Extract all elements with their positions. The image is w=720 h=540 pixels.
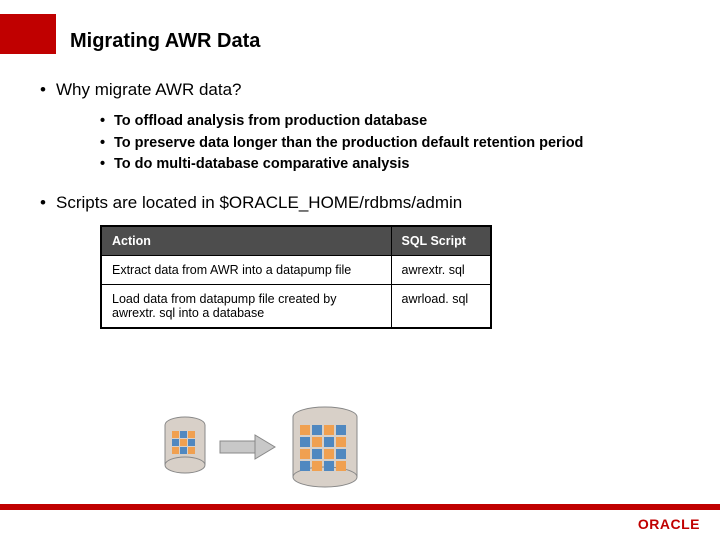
header-script: SQL Script xyxy=(391,226,491,256)
reasons-list: To offload analysis from production data… xyxy=(100,112,680,175)
cell-script: awrextr. sql xyxy=(391,255,491,284)
reason-item: To offload analysis from production data… xyxy=(100,112,680,132)
database-migration-diagram xyxy=(150,405,400,495)
bullet-why-migrate: Why migrate AWR data? xyxy=(40,80,680,100)
table-row: Load data from datapump file created by … xyxy=(101,284,491,328)
cell-action: Extract data from AWR into a datapump fi… xyxy=(101,255,391,284)
scripts-table: Action SQL Script Extract data from AWR … xyxy=(100,225,492,329)
slide-title: Migrating AWR Data xyxy=(70,30,260,53)
reason-item: To preserve data longer than the product… xyxy=(100,134,680,154)
reason-item: To do multi-database comparative analysi… xyxy=(100,155,680,175)
scripts-table-wrap: Action SQL Script Extract data from AWR … xyxy=(100,225,680,329)
cell-script: awrload. sql xyxy=(391,284,491,328)
content-area: Why migrate AWR data? To offload analysi… xyxy=(40,80,680,329)
oracle-logo: ORACLE xyxy=(638,516,700,532)
bullet-scripts-location: Scripts are located in $ORACLE_HOME/rdbm… xyxy=(40,193,680,213)
source-database-icon xyxy=(165,417,205,473)
target-database-icon xyxy=(293,407,357,487)
cell-action: Load data from datapump file created by … xyxy=(101,284,391,328)
header-action: Action xyxy=(101,226,391,256)
table-header-row: Action SQL Script xyxy=(101,226,491,256)
migration-arrow-icon xyxy=(220,435,275,459)
footer-accent-bar xyxy=(0,504,720,510)
header-accent-block xyxy=(0,14,56,54)
table-row: Extract data from AWR into a datapump fi… xyxy=(101,255,491,284)
